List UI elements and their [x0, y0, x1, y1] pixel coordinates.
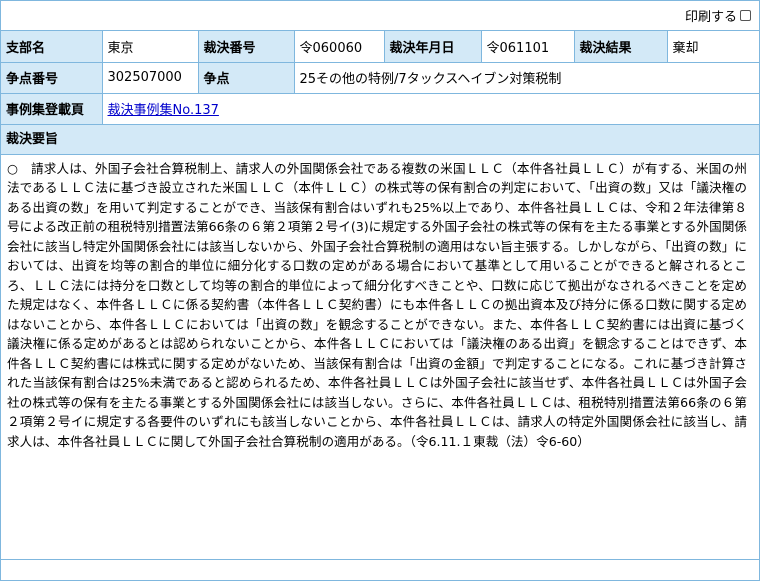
casebook-page-cell: 裁決事例集No.137 — [101, 92, 759, 125]
print-bar: 印刷する — [1, 1, 759, 31]
decision-result-label: 裁決結果 — [573, 31, 668, 63]
issue-number-value: 302507000 — [101, 61, 199, 94]
decision-number-value: 令060060 — [293, 31, 385, 63]
casebook-link[interactable]: 裁決事例集No.137 — [108, 103, 219, 118]
summary-title: 裁決要旨 — [1, 124, 759, 155]
decision-number-label: 裁決番号 — [197, 31, 295, 63]
print-checkbox[interactable] — [740, 10, 751, 21]
table-row: 支部名 東京 裁決番号 令060060 裁決年月日 令061101 裁決結果 棄… — [1, 31, 759, 63]
decision-result-value: 棄却 — [666, 31, 759, 63]
branch-label: 支部名 — [1, 31, 103, 63]
issue-number-label: 争点番号 — [1, 61, 103, 94]
casebook-page-label: 事例集登載頁 — [1, 92, 103, 125]
table-row: 事例集登載頁 裁決事例集No.137 — [1, 92, 759, 125]
print-label: 印刷する — [684, 10, 737, 25]
table-row: 争点番号 302507000 争点 25その他の特例/7タックスヘイブン対策税制 — [1, 61, 759, 94]
decision-date-label: 裁決年月日 — [383, 31, 482, 63]
decision-info-table: 支部名 東京 裁決番号 令060060 裁決年月日 令061101 裁決結果 棄… — [1, 31, 759, 125]
issue-label: 争点 — [197, 61, 295, 94]
branch-value: 東京 — [101, 31, 199, 63]
issue-value: 25その他の特例/7タックスヘイブン対策税制 — [293, 61, 759, 94]
summary-text: ○ 請求人は、外国子会社合算税制上、請求人の外国関係会社である複数の米国ＬＬＣ（… — [7, 160, 747, 449]
decision-detail-panel: 印刷する 支部名 東京 裁決番号 令060060 裁決年月日 令061101 裁… — [0, 0, 760, 581]
bottom-bar — [1, 559, 759, 580]
decision-date-value: 令061101 — [480, 31, 575, 63]
